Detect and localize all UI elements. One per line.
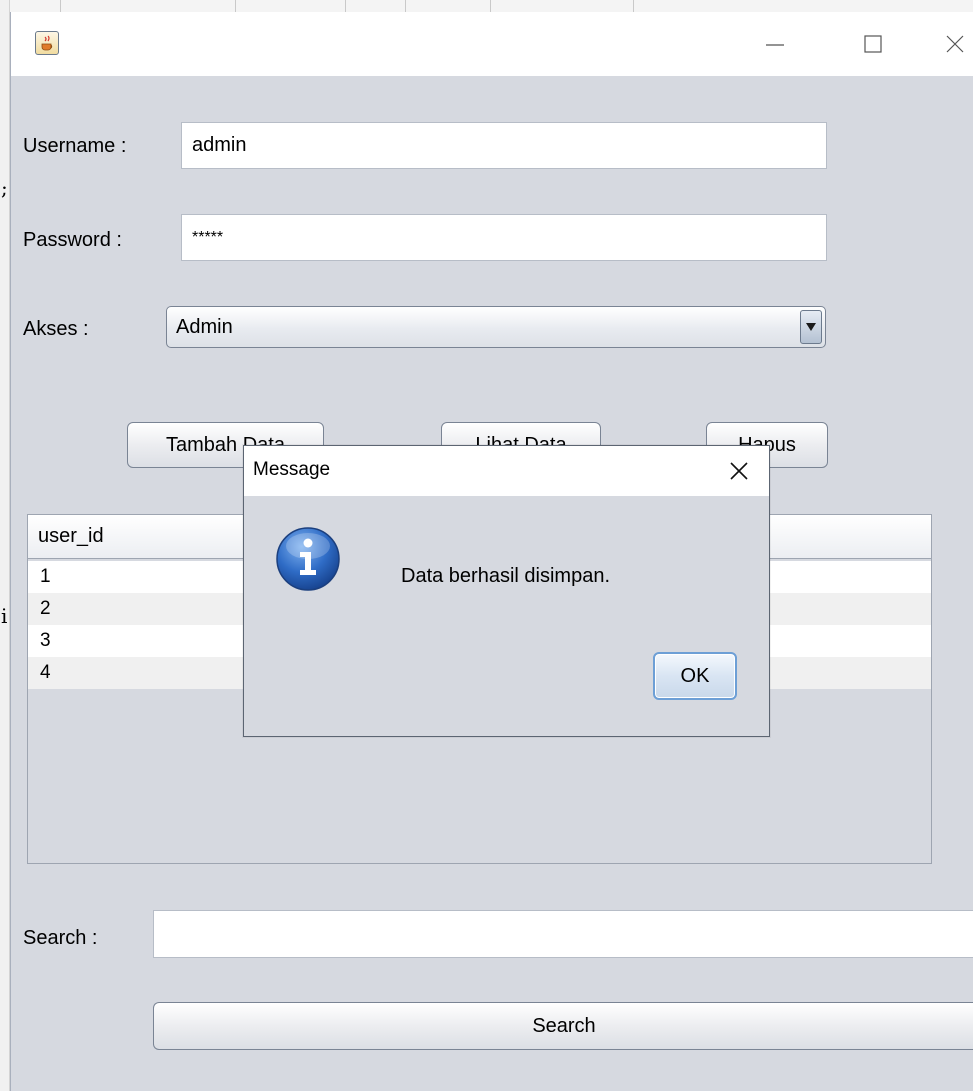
window-titlebar — [11, 12, 973, 76]
ok-button[interactable]: OK — [653, 652, 737, 700]
information-icon — [275, 526, 341, 592]
minimize-icon — [766, 44, 784, 46]
background-divider — [345, 0, 346, 12]
background-mark: ; — [1, 176, 8, 200]
dropdown-arrow-button[interactable] — [800, 310, 822, 344]
dialog-close-button[interactable] — [726, 458, 752, 484]
close-icon — [946, 35, 964, 53]
background-editor-edge: ; i — [0, 0, 10, 1091]
dialog-message: Data berhasil disimpan. — [401, 565, 610, 587]
triangle-down-icon — [806, 323, 816, 331]
search-button[interactable]: Search — [153, 1002, 973, 1050]
close-icon — [730, 462, 748, 480]
maximize-button[interactable] — [853, 26, 893, 62]
search-label: Search : — [23, 927, 98, 949]
background-divider — [60, 0, 61, 12]
password-label: Password : — [23, 229, 122, 251]
dialog-title: Message — [253, 459, 331, 480]
username-input[interactable]: admin — [181, 122, 827, 169]
akses-select[interactable]: Admin — [166, 306, 826, 348]
background-toolbar-strip — [0, 0, 973, 12]
password-input[interactable]: ***** — [181, 214, 827, 261]
akses-selected-value: Admin — [176, 315, 233, 338]
message-dialog: Message Data berhasil disimpan. OK — [243, 445, 770, 737]
maximize-icon — [864, 35, 882, 53]
username-label: Username : — [23, 135, 127, 157]
background-divider — [405, 0, 406, 12]
window-close-button[interactable] — [935, 26, 973, 62]
minimize-button[interactable] — [755, 26, 795, 62]
column-header-user-id[interactable]: user_id — [38, 525, 104, 548]
background-divider — [235, 0, 236, 12]
java-cup-icon — [35, 31, 59, 55]
background-mark: i — [1, 604, 8, 628]
dialog-titlebar: Message — [244, 446, 769, 496]
search-input[interactable] — [153, 910, 973, 958]
background-divider — [490, 0, 491, 12]
akses-label: Akses : — [23, 318, 89, 340]
background-divider — [633, 0, 634, 12]
